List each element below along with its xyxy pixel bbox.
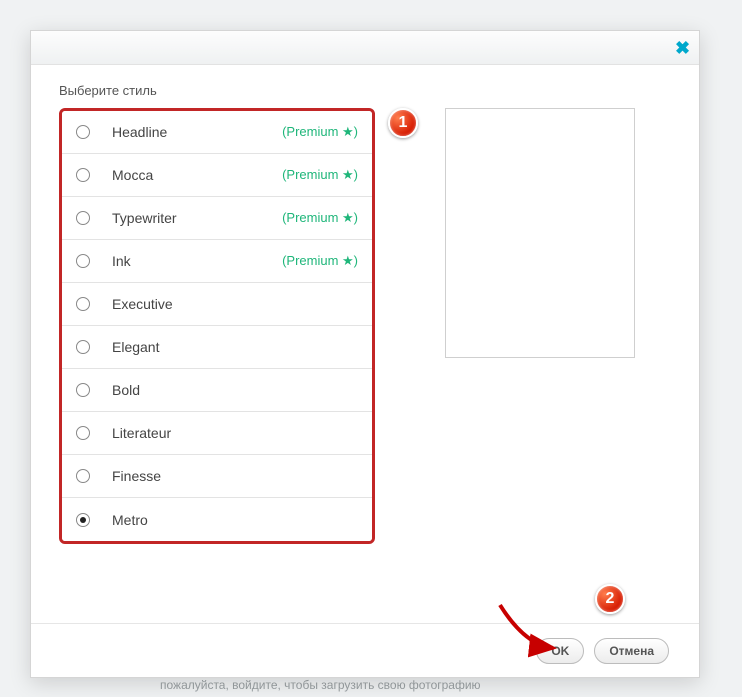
style-list: Headline(Premium ★)Mocca(Premium ★)Typew… xyxy=(59,108,375,544)
radio-icon[interactable] xyxy=(76,211,90,225)
style-option-executive[interactable]: Executive xyxy=(62,283,372,326)
style-option-elegant[interactable]: Elegant xyxy=(62,326,372,369)
style-option-headline[interactable]: Headline(Premium ★) xyxy=(62,111,372,154)
style-option-finesse[interactable]: Finesse xyxy=(62,455,372,498)
content-row: Headline(Premium ★)Mocca(Premium ★)Typew… xyxy=(59,108,671,544)
cancel-button[interactable]: Отмена xyxy=(594,638,669,664)
style-name-label: Ink xyxy=(112,253,282,269)
dialog-body: Выберите стиль Headline(Premium ★)Mocca(… xyxy=(31,65,699,623)
premium-badge: (Premium ★) xyxy=(282,210,358,226)
style-option-bold[interactable]: Bold xyxy=(62,369,372,412)
style-name-label: Bold xyxy=(112,382,358,398)
style-name-label: Literateur xyxy=(112,425,358,441)
style-option-mocca[interactable]: Mocca(Premium ★) xyxy=(62,154,372,197)
radio-icon[interactable] xyxy=(76,383,90,397)
close-icon[interactable]: ✖ xyxy=(675,41,689,55)
premium-badge: (Premium ★) xyxy=(282,124,358,140)
radio-icon[interactable] xyxy=(76,168,90,182)
style-name-label: Typewriter xyxy=(112,210,282,226)
style-name-label: Elegant xyxy=(112,339,358,355)
radio-icon[interactable] xyxy=(76,297,90,311)
style-option-literateur[interactable]: Literateur xyxy=(62,412,372,455)
style-name-label: Metro xyxy=(112,512,358,528)
dialog-header: ✖ xyxy=(31,31,699,65)
background-hint-text: пожалуйста, войдите, чтобы загрузить сво… xyxy=(160,678,481,692)
ok-button[interactable]: OK xyxy=(536,638,584,664)
style-name-label: Headline xyxy=(112,124,282,140)
radio-icon[interactable] xyxy=(76,426,90,440)
style-chooser-dialog: ✖ Выберите стиль Headline(Premium ★)Mocc… xyxy=(30,30,700,678)
premium-badge: (Premium ★) xyxy=(282,253,358,269)
style-option-typewriter[interactable]: Typewriter(Premium ★) xyxy=(62,197,372,240)
premium-badge: (Premium ★) xyxy=(282,167,358,183)
style-name-label: Executive xyxy=(112,296,358,312)
radio-icon[interactable] xyxy=(76,125,90,139)
style-name-label: Finesse xyxy=(112,468,358,484)
style-option-ink[interactable]: Ink(Premium ★) xyxy=(62,240,372,283)
dialog-footer: OK Отмена xyxy=(31,623,699,677)
radio-icon[interactable] xyxy=(76,254,90,268)
radio-icon[interactable] xyxy=(76,340,90,354)
radio-icon[interactable] xyxy=(76,469,90,483)
radio-icon[interactable] xyxy=(76,513,90,527)
style-option-metro[interactable]: Metro xyxy=(62,498,372,541)
section-title: Выберите стиль xyxy=(59,83,671,98)
style-name-label: Mocca xyxy=(112,167,282,183)
preview-box xyxy=(445,108,635,358)
